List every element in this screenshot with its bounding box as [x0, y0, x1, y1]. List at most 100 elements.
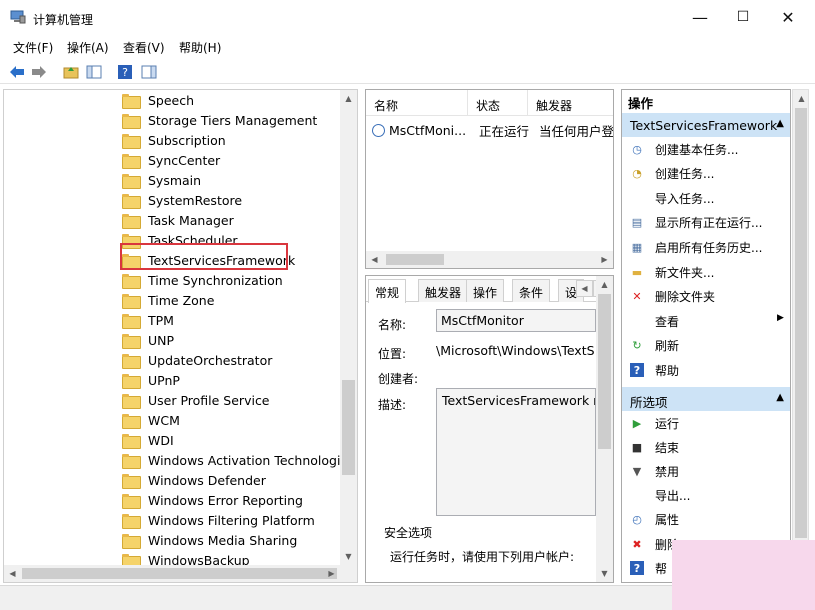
tree-item[interactable]: Time Zone: [122, 290, 214, 310]
tree-item[interactable]: SystemRestore: [122, 190, 242, 210]
scroll-up-arrow-icon[interactable]: ▲: [596, 276, 613, 293]
scroll-thumb[interactable]: [795, 108, 807, 538]
tab-scroll-left-icon[interactable]: ◀: [576, 280, 593, 297]
tree-item-label: Windows Activation Technologies: [148, 452, 355, 468]
action-item[interactable]: ◔ 创建任务...: [630, 163, 714, 185]
menu-file[interactable]: 文件(F): [13, 39, 53, 56]
tree-item[interactable]: Sysmain: [122, 170, 201, 190]
forward-icon[interactable]: [30, 63, 48, 81]
tree-item[interactable]: UpdateOrchestrator: [122, 350, 272, 370]
actions-header: 操作: [628, 96, 654, 111]
scroll-thumb[interactable]: [598, 294, 611, 449]
close-button[interactable]: ✕: [765, 0, 811, 34]
scroll-thumb[interactable]: [22, 568, 337, 579]
tree-item[interactable]: WCM: [122, 410, 180, 430]
scroll-down-arrow-icon[interactable]: ▼: [596, 565, 613, 582]
tree-item-label: TPM: [148, 312, 174, 328]
description-field[interactable]: TextServicesFramework m: [436, 388, 596, 516]
tab-triggers[interactable]: 触发器: [418, 279, 469, 302]
collapse-icon[interactable]: ▲: [776, 118, 784, 129]
help-icon: ?: [630, 363, 644, 378]
menu-view[interactable]: 查看(V): [123, 39, 165, 56]
tree-item[interactable]: UNP: [122, 330, 174, 350]
scroll-down-arrow-icon[interactable]: ▼: [340, 548, 357, 565]
action-item[interactable]: ✕ 删除文件夹: [630, 286, 715, 308]
task-list-horizontal-scrollbar[interactable]: ◀ ▶: [366, 251, 613, 268]
tab-conditions[interactable]: 条件: [512, 279, 551, 302]
end-icon: ■: [631, 440, 643, 454]
tree-item[interactable]: Windows Activation Technologies: [122, 450, 355, 470]
scroll-up-arrow-icon[interactable]: ▲: [793, 90, 810, 107]
menu-help[interactable]: 帮助(H): [179, 39, 221, 56]
menu-action[interactable]: 操作(A): [67, 39, 109, 56]
name-field[interactable]: MsCtfMonitor: [436, 309, 596, 332]
scroll-left-arrow-icon[interactable]: ◀: [366, 251, 383, 268]
action-label: 查看: [655, 314, 680, 329]
tree-item[interactable]: Time Synchronization: [122, 270, 283, 290]
tree-item[interactable]: TPM: [122, 310, 174, 330]
column-header-name[interactable]: 名称: [366, 90, 468, 116]
action-item[interactable]: 导入任务...: [630, 187, 714, 209]
tree-item[interactable]: Windows Error Reporting: [122, 490, 303, 510]
properties-pane-icon[interactable]: [140, 63, 158, 81]
scroll-left-arrow-icon[interactable]: ◀: [4, 565, 21, 582]
action-item[interactable]: ▤ 显示所有正在运行...: [630, 212, 763, 234]
tree-item[interactable]: SyncCenter: [122, 150, 220, 170]
action-item[interactable]: 导出...: [630, 485, 690, 507]
action-label: 刷新: [655, 339, 680, 354]
action-item[interactable]: ◴ 属性: [630, 509, 679, 531]
scroll-right-arrow-icon[interactable]: ▶: [323, 565, 340, 582]
up-folder-icon[interactable]: [62, 63, 80, 81]
action-item[interactable]: ? 帮助: [630, 359, 679, 381]
selected-item-highlight: [120, 243, 288, 270]
action-item[interactable]: ◷ 创建基本任务...: [630, 138, 738, 160]
name-label: 名称:: [378, 318, 407, 332]
actions-scrollbar[interactable]: ▲: [792, 89, 809, 583]
minimize-button[interactable]: —: [677, 0, 723, 34]
action-label: 创建任务...: [655, 167, 715, 182]
detail-vertical-scrollbar[interactable]: ▲ ▼: [596, 276, 613, 582]
back-icon[interactable]: [8, 63, 26, 81]
action-item[interactable]: ▼ 禁用: [630, 460, 679, 482]
tree-item[interactable]: Subscription: [122, 130, 226, 150]
tree-item[interactable]: WDI: [122, 430, 174, 450]
scroll-right-arrow-icon[interactable]: ▶: [596, 251, 613, 268]
tree-item[interactable]: Windows Defender: [122, 470, 266, 490]
tree-item[interactable]: Task Manager: [122, 210, 234, 230]
action-item[interactable]: ▦ 启用所有任务历史...: [630, 236, 763, 258]
collapse-icon[interactable]: ▲: [776, 392, 784, 403]
tree-item[interactable]: UPnP: [122, 370, 180, 390]
actions-section-folder[interactable]: TextServicesFramework ▲: [622, 113, 790, 137]
scroll-thumb[interactable]: [386, 254, 444, 265]
action-item[interactable]: 查看: [630, 310, 679, 332]
tab-actions[interactable]: 操作: [466, 279, 505, 302]
tree-vertical-scrollbar[interactable]: ▲ ▼: [340, 90, 357, 565]
scroll-thumb[interactable]: [342, 380, 355, 475]
folder-icon: [122, 373, 141, 389]
tab-general[interactable]: 常规: [368, 279, 407, 303]
column-header-trigger[interactable]: 触发器: [528, 90, 613, 116]
disable-icon: ▼: [632, 464, 642, 478]
table-row[interactable]: MsCtfMoni... 正在运行 当任何用户登录: [372, 121, 613, 139]
actions-section-selected[interactable]: 所选项 ▲: [622, 387, 790, 411]
tree-item[interactable]: Windows Media Sharing: [122, 530, 297, 550]
tree-item[interactable]: Speech: [122, 90, 194, 110]
tree-horizontal-scrollbar[interactable]: ◀ ▶: [4, 565, 357, 582]
maximize-button[interactable]: ☐: [720, 0, 766, 34]
tree-pane[interactable]: Speech Storage Tiers Management Subscripti…: [3, 89, 358, 583]
help-icon[interactable]: ?: [116, 63, 134, 81]
task-list-pane[interactable]: 名称 状态 触发器 MsCtfMoni... 正在运行 当任何用户登录 ◀ ▶: [365, 89, 614, 269]
show-hide-tree-icon[interactable]: [85, 63, 103, 81]
tree-item[interactable]: Windows Filtering Platform: [122, 510, 315, 530]
action-item[interactable]: ■ 结束: [630, 436, 679, 458]
action-item[interactable]: ↻ 刷新: [630, 335, 679, 357]
action-item[interactable]: ▶ 运行: [630, 412, 679, 434]
new-folder-icon: ▬: [631, 265, 643, 279]
tree-item[interactable]: Storage Tiers Management: [122, 110, 317, 130]
tree-item[interactable]: User Profile Service: [122, 390, 270, 410]
column-header-status[interactable]: 状态: [468, 90, 528, 116]
action-item[interactable]: ▬ 新文件夹...: [630, 261, 715, 283]
action-item[interactable]: ? 帮: [630, 557, 667, 579]
scroll-up-arrow-icon[interactable]: ▲: [340, 90, 357, 107]
computer-management-icon: [10, 10, 26, 24]
